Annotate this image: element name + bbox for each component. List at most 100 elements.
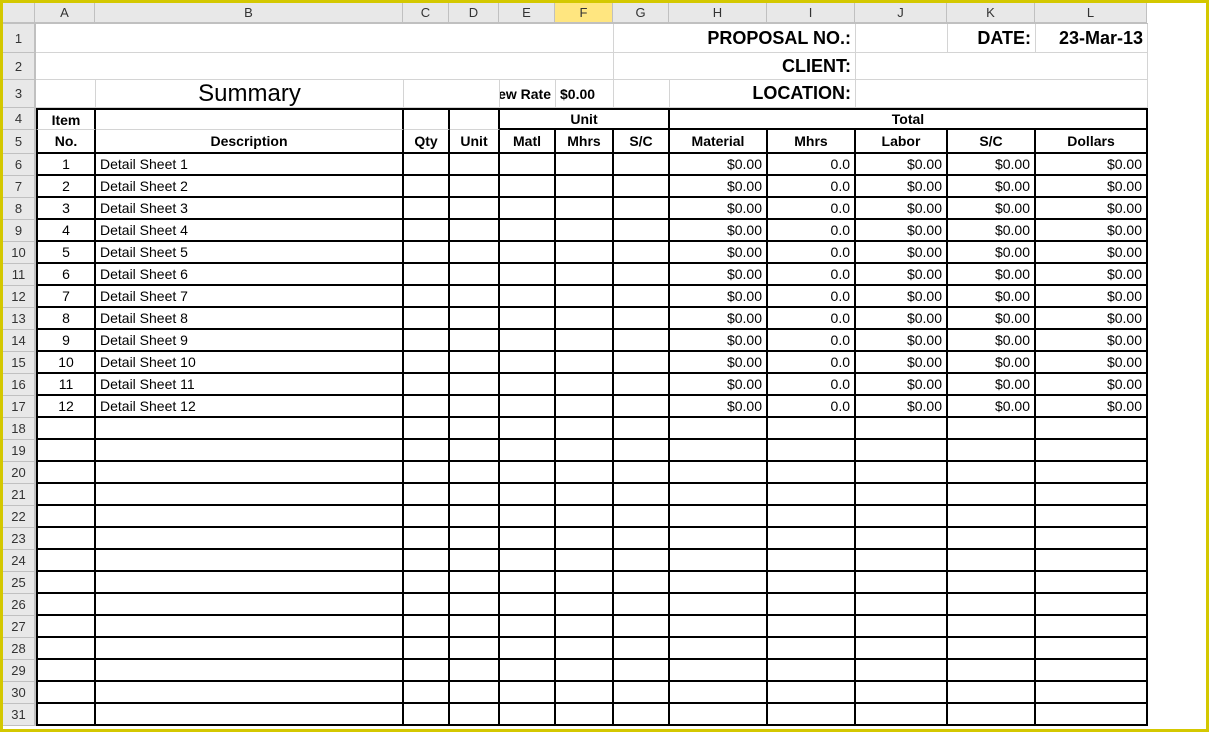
cell-description[interactable]: Detail Sheet 9 bbox=[96, 330, 404, 352]
cell-sc-total[interactable]: $0.00 bbox=[948, 308, 1036, 330]
cell-blank[interactable] bbox=[856, 80, 1148, 108]
cell-unit[interactable] bbox=[450, 704, 500, 726]
cell-mhrs-total[interactable]: 0.0 bbox=[768, 176, 856, 198]
table-row[interactable]: 2Detail Sheet 2$0.000.0$0.00$0.00$0.00 bbox=[36, 176, 1148, 198]
cell-mhrs-total[interactable]: 0.0 bbox=[768, 352, 856, 374]
cell-mhrs[interactable] bbox=[556, 638, 614, 660]
cell-material[interactable] bbox=[670, 616, 768, 638]
cell-labor[interactable]: $0.00 bbox=[856, 352, 948, 374]
cell-no[interactable] bbox=[36, 616, 96, 638]
row-header-13[interactable]: 13 bbox=[3, 308, 35, 330]
table-row[interactable] bbox=[36, 550, 1148, 572]
cell-qty[interactable] bbox=[404, 242, 450, 264]
cell-mhrs-total[interactable] bbox=[768, 440, 856, 462]
cell-labor[interactable] bbox=[856, 660, 948, 682]
cell-no[interactable]: 2 bbox=[36, 176, 96, 198]
cell-matl[interactable] bbox=[500, 308, 556, 330]
row-header-12[interactable]: 12 bbox=[3, 286, 35, 308]
cell-labor[interactable]: $0.00 bbox=[856, 330, 948, 352]
cell-sc[interactable] bbox=[614, 418, 670, 440]
cell-matl[interactable] bbox=[500, 220, 556, 242]
cell-unit[interactable] bbox=[450, 154, 500, 176]
cell-mhrs[interactable] bbox=[556, 418, 614, 440]
cell-no[interactable]: 10 bbox=[36, 352, 96, 374]
cell-material[interactable] bbox=[670, 660, 768, 682]
cell-material[interactable] bbox=[670, 418, 768, 440]
cell-sc[interactable] bbox=[614, 660, 670, 682]
cell-sc-total[interactable] bbox=[948, 638, 1036, 660]
cell-dollars[interactable]: $0.00 bbox=[1036, 198, 1148, 220]
cell-sc-total[interactable]: $0.00 bbox=[948, 176, 1036, 198]
cell-mhrs[interactable] bbox=[556, 198, 614, 220]
cell-dollars[interactable]: $0.00 bbox=[1036, 330, 1148, 352]
cell-mhrs[interactable] bbox=[556, 462, 614, 484]
cell-no[interactable]: 12 bbox=[36, 396, 96, 418]
table-row[interactable] bbox=[36, 440, 1148, 462]
cell-no[interactable]: 9 bbox=[36, 330, 96, 352]
row-header-31[interactable]: 31 bbox=[3, 704, 35, 726]
cell-dollars[interactable] bbox=[1036, 704, 1148, 726]
cell-sc-total[interactable] bbox=[948, 616, 1036, 638]
cell-labor[interactable] bbox=[856, 682, 948, 704]
cell-sc[interactable] bbox=[614, 704, 670, 726]
cell-qty[interactable] bbox=[404, 660, 450, 682]
cell-description[interactable] bbox=[96, 616, 404, 638]
cell-sc-total[interactable]: $0.00 bbox=[948, 396, 1036, 418]
cell-blank[interactable] bbox=[856, 24, 948, 53]
cell-dollars[interactable]: $0.00 bbox=[1036, 242, 1148, 264]
cell-blank[interactable] bbox=[404, 80, 500, 108]
table-row[interactable]: 9Detail Sheet 9$0.000.0$0.00$0.00$0.00 bbox=[36, 330, 1148, 352]
cell-qty[interactable] bbox=[404, 528, 450, 550]
cell-unit[interactable] bbox=[450, 286, 500, 308]
cell-mhrs[interactable] bbox=[556, 484, 614, 506]
cell-matl[interactable] bbox=[500, 638, 556, 660]
row-header-26[interactable]: 26 bbox=[3, 594, 35, 616]
row-header-7[interactable]: 7 bbox=[3, 176, 35, 198]
cell-qty[interactable] bbox=[404, 550, 450, 572]
cell-no[interactable]: 6 bbox=[36, 264, 96, 286]
cell-mhrs[interactable] bbox=[556, 176, 614, 198]
cell-dollars[interactable]: $0.00 bbox=[1036, 286, 1148, 308]
cell-material[interactable] bbox=[670, 550, 768, 572]
cell-qty[interactable] bbox=[404, 572, 450, 594]
cell-blank[interactable] bbox=[614, 80, 670, 108]
cell-no[interactable] bbox=[36, 660, 96, 682]
cell-description[interactable]: Detail Sheet 8 bbox=[96, 308, 404, 330]
col-header-A[interactable]: A bbox=[35, 3, 95, 23]
cell-qty[interactable] bbox=[404, 594, 450, 616]
cell-dollars[interactable] bbox=[1036, 440, 1148, 462]
row-header-9[interactable]: 9 bbox=[3, 220, 35, 242]
cell-mhrs-total[interactable] bbox=[768, 550, 856, 572]
cell-dollars[interactable]: $0.00 bbox=[1036, 352, 1148, 374]
table-row[interactable] bbox=[36, 572, 1148, 594]
cell-mhrs[interactable] bbox=[556, 594, 614, 616]
cell-matl[interactable] bbox=[500, 572, 556, 594]
cell-dollars[interactable]: $0.00 bbox=[1036, 308, 1148, 330]
row-header-5[interactable]: 5 bbox=[3, 130, 35, 154]
cell-mhrs-total[interactable] bbox=[768, 572, 856, 594]
cell-labor[interactable]: $0.00 bbox=[856, 308, 948, 330]
cell-matl[interactable] bbox=[500, 616, 556, 638]
cell-mhrs[interactable] bbox=[556, 704, 614, 726]
cell-matl[interactable] bbox=[500, 418, 556, 440]
cell-mhrs-total[interactable] bbox=[768, 682, 856, 704]
cell-sc[interactable] bbox=[614, 264, 670, 286]
cell-sc-total[interactable]: $0.00 bbox=[948, 154, 1036, 176]
cell-no[interactable] bbox=[36, 638, 96, 660]
cell-mhrs-total[interactable]: 0.0 bbox=[768, 242, 856, 264]
cell-mhrs-total[interactable]: 0.0 bbox=[768, 396, 856, 418]
cell-sc-total[interactable]: $0.00 bbox=[948, 286, 1036, 308]
cell-mhrs-total[interactable] bbox=[768, 418, 856, 440]
cell-mhrs-total[interactable] bbox=[768, 660, 856, 682]
table-row[interactable]: 7Detail Sheet 7$0.000.0$0.00$0.00$0.00 bbox=[36, 286, 1148, 308]
cell-unit[interactable] bbox=[450, 396, 500, 418]
cell-no[interactable] bbox=[36, 682, 96, 704]
cell-description[interactable] bbox=[96, 660, 404, 682]
cell-labor[interactable] bbox=[856, 528, 948, 550]
cell-blank[interactable] bbox=[36, 53, 614, 80]
cell-sc-total[interactable] bbox=[948, 704, 1036, 726]
cell-unit[interactable] bbox=[450, 616, 500, 638]
cell-matl[interactable] bbox=[500, 264, 556, 286]
cell-material[interactable] bbox=[670, 704, 768, 726]
cell-description[interactable] bbox=[96, 550, 404, 572]
